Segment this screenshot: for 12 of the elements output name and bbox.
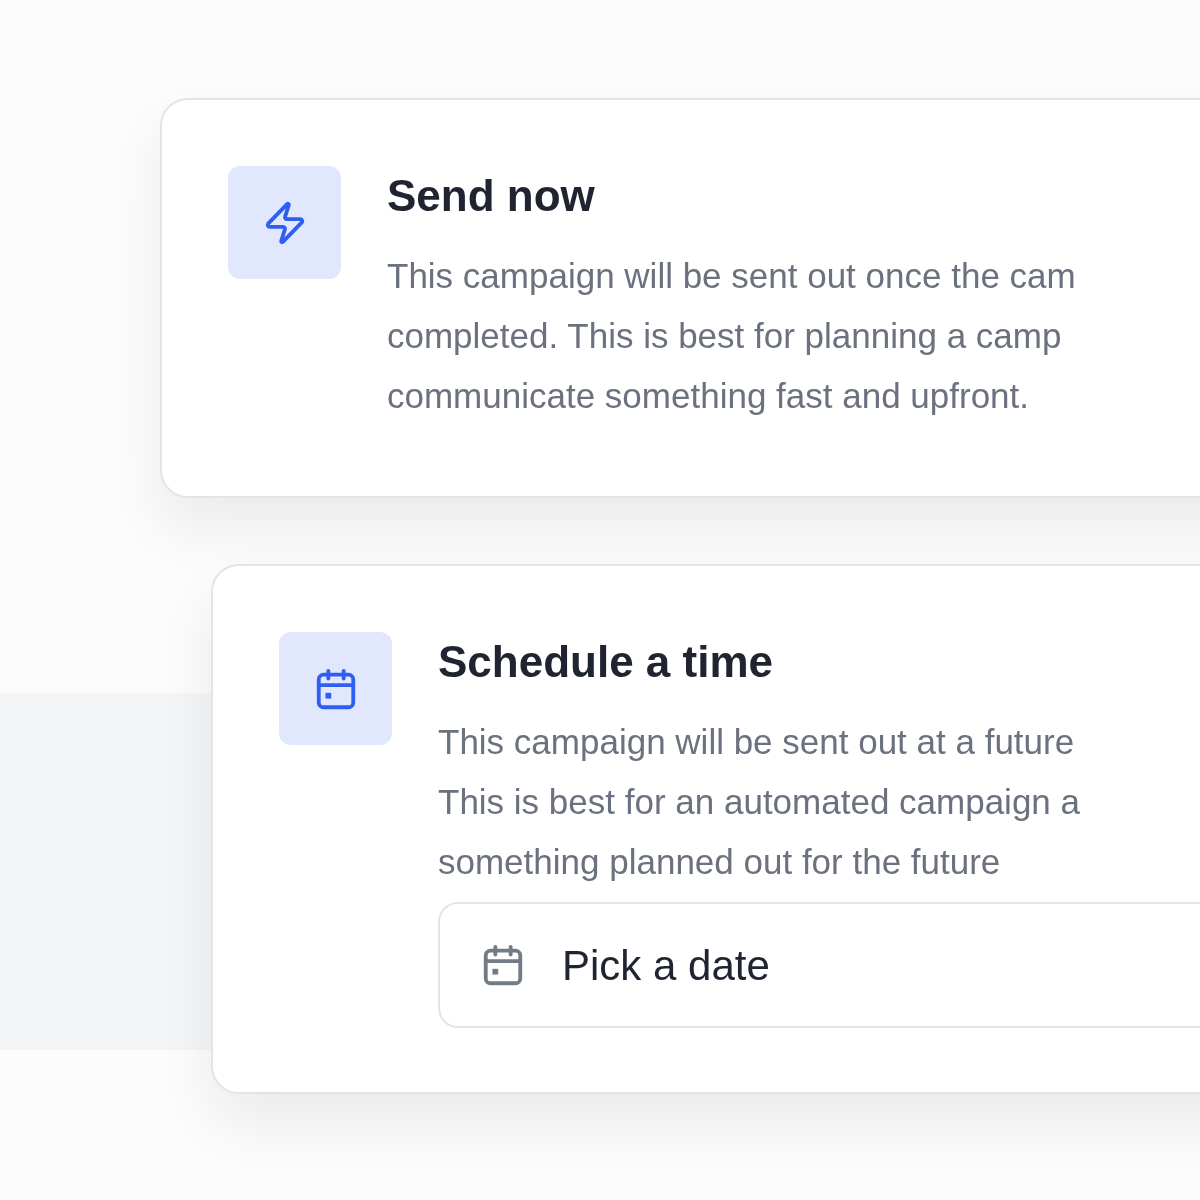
description-line: This campaign will be sent out once the cam — [387, 255, 1076, 297]
option-card[interactable]: Send now This campaign will be sent out once the cam completed. This is best for planning a camp communicate something fast and upfront. — [160, 98, 1200, 498]
description-line: This is best for an automated campaign a — [438, 781, 1081, 823]
option-card[interactable]: Schedule a time This campaign will be sent out at a future This is best for an automated campaign a something planned out for the future Pick a date — [211, 564, 1200, 1094]
card-title: Send now — [387, 170, 596, 222]
description-line: something planned out for the future — [438, 841, 1002, 883]
date-field[interactable]: Pick a date — [438, 902, 1200, 1028]
description-line: This campaign will be sent out at a future — [438, 721, 1076, 763]
date-placeholder: Pick a date — [562, 940, 770, 991]
description-line: completed. This is best for planning a camp — [387, 315, 1063, 357]
description-line: communicate something fast and upfront. — [387, 375, 1030, 417]
card-title: Schedule a time — [438, 636, 774, 688]
